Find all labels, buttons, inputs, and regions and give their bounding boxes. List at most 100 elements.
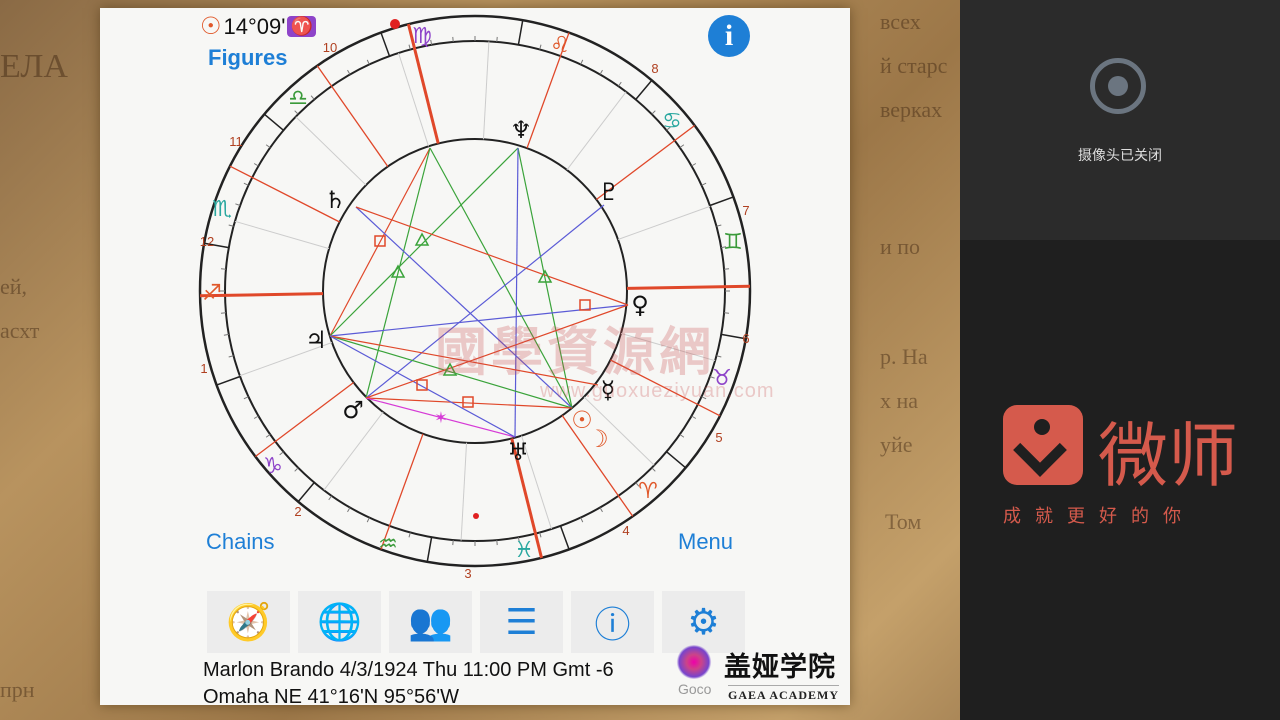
neptune-icon: ♆ — [510, 116, 532, 144]
house-number: 12 — [200, 234, 214, 249]
degree-tick — [294, 467, 299, 472]
jupiter-icon: ♃ — [305, 326, 327, 354]
info-button[interactable]: ⓘ — [571, 591, 654, 653]
scorpio-icon: ♏ — [212, 197, 232, 222]
compass-button[interactable]: 🧭 — [207, 591, 290, 653]
sun-icon: ☉ — [200, 13, 222, 40]
degree-tick — [701, 182, 707, 186]
sign-divider — [635, 79, 653, 100]
libra-icon: ♎ — [288, 86, 308, 111]
gaea-academy-logo: Goco 盖娅学院 GAEA ACADEMY — [676, 645, 846, 703]
house-number: 1 — [200, 361, 207, 376]
degree-tick — [294, 110, 299, 115]
aspect-line — [355, 206, 629, 306]
sextile-marker: ✶ — [434, 410, 447, 427]
capricorn-icon: ♑ — [263, 454, 283, 479]
sun-position-readout: ☉ 14°09' ♈ — [200, 12, 316, 41]
degree-tick — [243, 396, 249, 400]
birth-info: Marlon Brando 4/3/1924 Thu 11:00 PM Gmt … — [203, 657, 614, 711]
globe-button[interactable]: 🌐 — [298, 591, 381, 653]
info-icon: ⓘ — [594, 604, 631, 645]
degree-tick — [691, 415, 697, 419]
house-number: 7 — [742, 203, 749, 218]
square-aspect-marker — [462, 396, 474, 408]
birth-details: Marlon Brando 4/3/1924 Thu 11:00 PM Gmt … — [203, 659, 614, 681]
settings-button[interactable]: ⚙ — [662, 591, 745, 653]
sagittarius-icon: ♐ — [202, 281, 222, 306]
gaea-en-name: GAEA ACADEMY — [728, 685, 840, 703]
square-aspect-marker — [579, 299, 591, 311]
degree-tick — [679, 433, 685, 438]
degree-tick — [691, 163, 697, 167]
gemini-icon: ♊ — [723, 230, 743, 255]
degree-tick — [253, 415, 259, 419]
decan-line — [295, 116, 367, 186]
cancer-icon: ♋ — [662, 109, 682, 134]
degree-tick — [347, 69, 351, 75]
sign-divider — [709, 196, 734, 207]
decan-line — [617, 205, 711, 240]
house-cusp — [316, 65, 389, 167]
decan-line — [460, 442, 468, 541]
house-number: 3 — [464, 566, 471, 581]
decan-line — [398, 52, 429, 147]
decan-line — [566, 91, 627, 171]
house-number: 10 — [323, 40, 337, 55]
camera-panel: 摄像头已关闭 — [960, 0, 1280, 240]
degree-tick — [599, 507, 603, 513]
people-icon: 👥 — [408, 601, 453, 642]
degree-tick — [580, 59, 584, 65]
house-cusp — [626, 284, 750, 290]
brand-panel: 微师 成就更好的你 — [960, 240, 1280, 720]
aspect-line — [514, 147, 519, 438]
checklist-icon: ☰ — [505, 601, 538, 642]
house-number: 6 — [742, 331, 749, 346]
degree-tick — [265, 144, 271, 149]
people-button[interactable]: 👥 — [389, 591, 472, 653]
sign-divider — [666, 451, 687, 469]
watermark: 國學資源網 www.guoxueziyuan.com — [435, 324, 775, 402]
gear-icon: ⚙ — [687, 601, 720, 642]
pisces-icon: ♓ — [514, 538, 534, 563]
virgo-icon: ♍ — [412, 24, 432, 49]
mars-icon: ♂ — [342, 396, 364, 424]
degree-tick — [580, 517, 584, 523]
sign-divider — [559, 525, 570, 550]
degree-tick — [617, 81, 622, 87]
brand-name: 微师 — [1098, 417, 1238, 495]
leo-icon: ♌ — [550, 33, 570, 58]
figures-button[interactable]: Figures — [208, 45, 287, 71]
sign-divider — [426, 537, 433, 562]
saturn-icon: ♄ — [324, 186, 346, 214]
degree-tick — [366, 59, 370, 65]
checklist-button[interactable]: ☰ — [480, 591, 563, 653]
info-icon[interactable]: i — [708, 15, 750, 57]
house-number: 11 — [229, 134, 243, 149]
zodiac-inner-ring — [224, 40, 726, 542]
degree-tick — [265, 433, 271, 438]
pluto-icon: ♇ — [598, 178, 620, 206]
degree-tick — [651, 110, 656, 115]
sign-divider — [297, 482, 315, 503]
menu-button[interactable]: Menu — [678, 529, 733, 555]
house-number: 4 — [622, 523, 629, 538]
house-number: 2 — [294, 504, 301, 519]
ic-marker — [473, 513, 479, 519]
gaea-cn-name: 盖娅学院 — [724, 652, 836, 682]
bottom-toolbar: 🧭 🌐 👥 ☰ ⓘ ⚙ — [207, 591, 745, 653]
globe-icon: 🌐 — [317, 601, 362, 642]
house-cusp — [254, 381, 354, 458]
degree-tick — [679, 144, 685, 149]
house-number: 5 — [715, 430, 722, 445]
brand-slogan: 成就更好的你 — [1003, 506, 1195, 526]
degree-tick — [599, 69, 603, 75]
goco-label: Goco — [678, 681, 712, 697]
chains-button[interactable]: Chains — [206, 529, 274, 555]
goco-logo-icon — [676, 645, 712, 679]
camera-status: 摄像头已关闭 — [1078, 147, 1162, 163]
outer-ring — [198, 14, 752, 568]
decan-line — [234, 220, 330, 250]
sign-divider — [216, 375, 241, 386]
weishi-logo-icon — [1003, 405, 1083, 485]
sun-degree: 14°09' — [223, 13, 286, 39]
